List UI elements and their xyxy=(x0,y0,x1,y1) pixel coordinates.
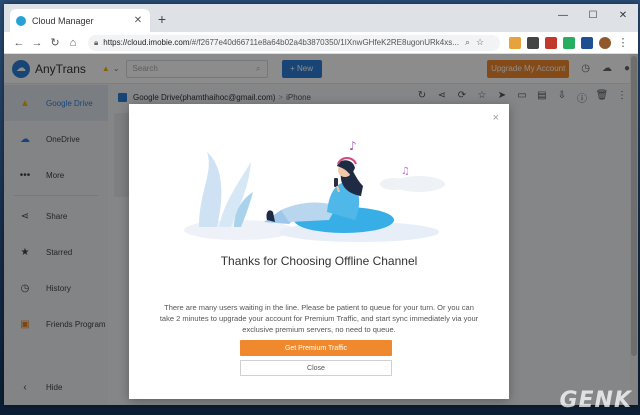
profile-avatar-icon[interactable] xyxy=(599,36,611,49)
tab-close-icon[interactable]: ✕ xyxy=(132,15,144,26)
dialog-description: There are many users waiting in the line… xyxy=(159,303,479,334)
home-icon[interactable]: ⌂ xyxy=(64,37,82,49)
browser-menu-icon[interactable]: ⋮ xyxy=(614,36,632,49)
reload-icon[interactable]: ↻ xyxy=(46,36,64,49)
shield-extension-icon[interactable] xyxy=(545,36,557,49)
extension-icon[interactable] xyxy=(509,36,521,49)
svg-text:♪: ♪ xyxy=(349,139,357,153)
offline-channel-dialog: × ♪ ♫ Thanks for Choosing Offline Channe… xyxy=(129,104,509,399)
maximize-button[interactable]: ☐ xyxy=(578,4,608,26)
svg-text:♫: ♫ xyxy=(401,166,410,177)
woman-listening-music-illustration: ♪ ♫ xyxy=(184,139,445,242)
close-window-button[interactable]: ✕ xyxy=(608,4,638,26)
lock-icon: 🔒︎ xyxy=(94,37,99,47)
back-arrow-icon[interactable]: ← xyxy=(10,37,28,49)
qr-extension-icon[interactable] xyxy=(527,36,539,49)
new-tab-button[interactable]: + xyxy=(154,11,170,27)
bookmark-star-icon[interactable]: ☆ xyxy=(476,37,484,48)
browser-toolbar: ← → ↻ ⌂ 🔒︎ https://cloud.imobie.com /#/f… xyxy=(4,32,638,54)
dialog-title: Thanks for Choosing Offline Channel xyxy=(220,254,418,268)
browser-tab[interactable]: Cloud Manager ✕ xyxy=(10,9,150,32)
minimize-button[interactable]: — xyxy=(548,4,578,26)
get-premium-traffic-button[interactable]: Get Premium Traffic xyxy=(240,340,392,356)
tab-bar: Cloud Manager ✕ + — ☐ ✕ xyxy=(4,4,638,32)
close-button[interactable]: Close xyxy=(240,360,392,376)
forward-arrow-icon[interactable]: → xyxy=(28,37,46,49)
dialog-close-icon[interactable]: × xyxy=(493,112,499,124)
j-extension-icon[interactable] xyxy=(581,36,593,49)
tab-title: Cloud Manager xyxy=(32,15,94,26)
window-controls: — ☐ ✕ xyxy=(548,4,638,26)
zoom-icon[interactable]: ⌕ xyxy=(465,37,470,48)
genk-watermark-logo: GENK xyxy=(559,388,632,413)
browser-window: Cloud Manager ✕ + — ☐ ✕ ← → ↻ ⌂ 🔒︎ https… xyxy=(4,4,638,405)
cloud-favicon-icon xyxy=(16,15,26,26)
url-host: https://cloud.imobie.com xyxy=(103,38,190,47)
url-path: /#/f2677e40d66711e8a64b02a4b3870350/1IXn… xyxy=(189,38,459,47)
globe-extension-icon[interactable] xyxy=(563,36,575,49)
address-bar[interactable]: 🔒︎ https://cloud.imobie.com /#/f2677e40d… xyxy=(88,34,500,51)
